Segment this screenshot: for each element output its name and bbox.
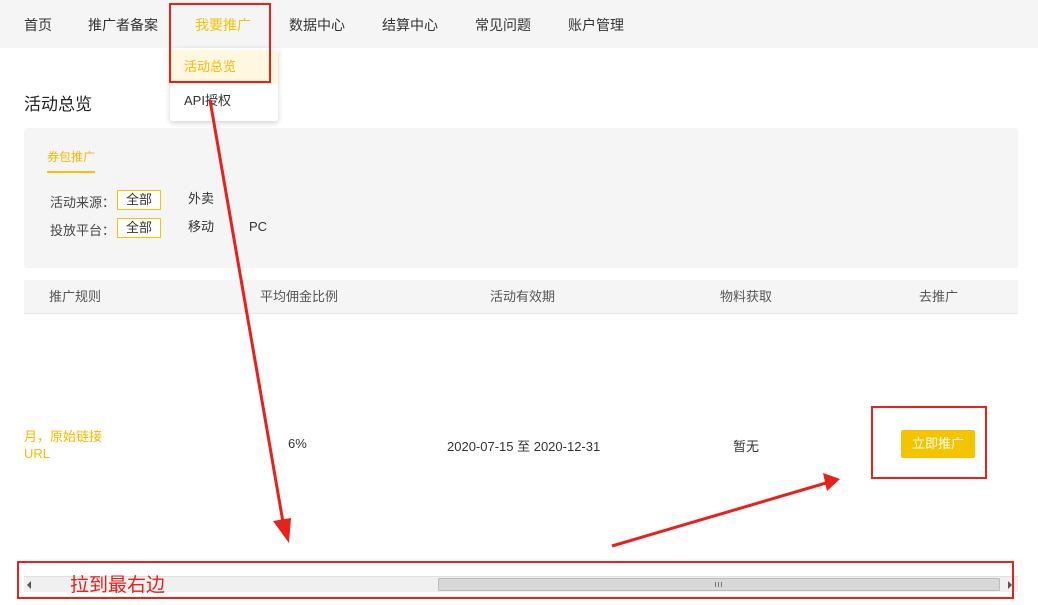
arrow-down-line — [208, 99, 286, 529]
arrow-right-line — [611, 481, 827, 548]
arrow-right-icon — [823, 473, 840, 491]
arrow-down-icon — [273, 518, 291, 543]
annotation-arrows — [208, 99, 840, 548]
